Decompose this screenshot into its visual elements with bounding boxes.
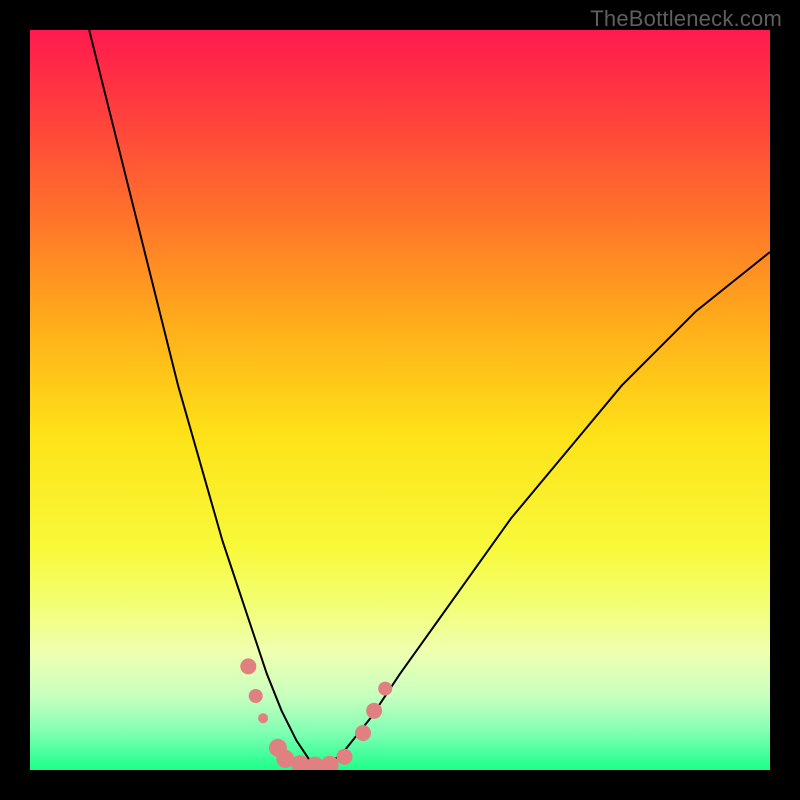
data-point [366, 703, 382, 719]
data-point [337, 749, 353, 765]
data-point [249, 689, 263, 703]
data-point [355, 725, 371, 741]
watermark-text: TheBottleneck.com [590, 6, 782, 32]
data-point [240, 658, 256, 674]
data-point [378, 682, 392, 696]
data-point [258, 713, 268, 723]
outer-frame: TheBottleneck.com [0, 0, 800, 800]
bottleneck-curve [89, 30, 770, 765]
plot-area [30, 30, 770, 770]
chart-svg [30, 30, 770, 770]
